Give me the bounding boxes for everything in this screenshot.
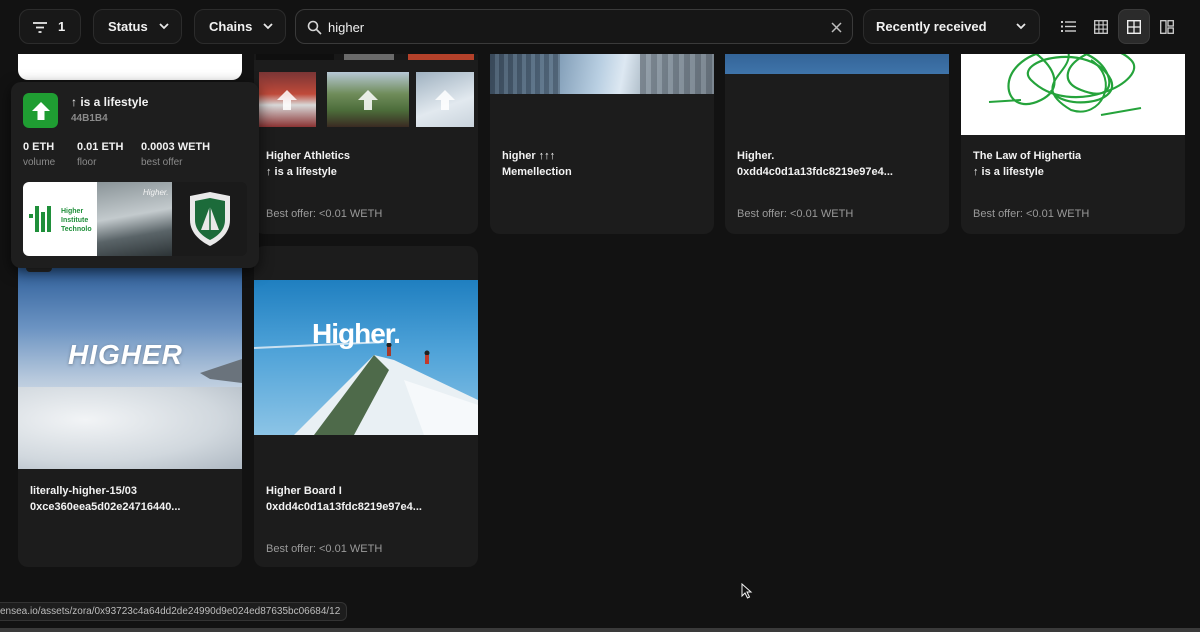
- list-view-button[interactable]: [1053, 9, 1083, 44]
- card-title: Higher Board I: [266, 485, 342, 497]
- search-icon: [307, 20, 322, 35]
- nft-card[interactable]: Higher. Higher Board I 0xdd4c0d1a13fdc82…: [254, 246, 478, 567]
- card-best-offer: Best offer: <0.01 WETH: [973, 208, 1090, 220]
- mountain-artwork: [254, 341, 478, 435]
- view-toggle-group: [1050, 9, 1186, 44]
- grid-large-icon: [1160, 19, 1174, 34]
- card-best-offer: Best offer: <0.01 WETH: [266, 543, 383, 555]
- grid-medium-icon: [1127, 19, 1141, 34]
- chains-dropdown[interactable]: Chains: [194, 9, 286, 44]
- grid-small-icon: [1094, 19, 1108, 34]
- volume-label: volume: [23, 157, 56, 168]
- image-text: HIGHER: [68, 339, 183, 370]
- chevron-down-icon: [1016, 23, 1026, 30]
- card-best-offer: Best offer: <0.01 WETH: [737, 208, 854, 220]
- image-text: Higher.: [312, 318, 401, 349]
- thumb-image: [327, 72, 409, 127]
- card-title: Higher Athletics: [266, 150, 350, 162]
- card-best-offer: Best offer: <0.01 WETH: [266, 208, 383, 220]
- preview-image: Higher Institute Technolo: [23, 182, 97, 256]
- mouse-cursor-icon: [741, 583, 753, 599]
- status-label: Status: [108, 19, 148, 34]
- search-bar: [295, 9, 853, 44]
- thumb-image: [416, 72, 474, 127]
- card-image: HIGHER: [18, 267, 242, 469]
- browser-status-url: ensea.io/assets/zora/0x93723c4a64dd2de24…: [0, 602, 348, 621]
- arrow-up-icon: [277, 90, 297, 110]
- top-toolbar: 1 Status Chains Recently received: [0, 0, 1200, 54]
- medium-grid-view-button[interactable]: [1118, 9, 1150, 44]
- card-subtitle: ↑ is a lifestyle: [973, 166, 1044, 178]
- arrow-up-icon: [358, 90, 378, 110]
- card-subtitle: 0xdd4c0d1a13fdc8219e97e4...: [266, 501, 422, 513]
- list-icon: [1060, 21, 1076, 32]
- collection-name[interactable]: ↑ is a lifestyle: [71, 95, 148, 109]
- floor-label: floor: [77, 157, 97, 168]
- preview-text: Higher.: [143, 188, 169, 197]
- card-subtitle: Memellection: [502, 166, 572, 178]
- preview-image: Higher.: [97, 182, 172, 256]
- airplane-wing-artwork: [200, 359, 242, 383]
- thumb-image: [259, 72, 316, 127]
- small-grid-view-button[interactable]: [1086, 9, 1116, 44]
- preview-image: [172, 182, 247, 256]
- chevron-down-icon: [159, 23, 169, 30]
- institute-logo-icon: [29, 206, 51, 232]
- filter-icon: [33, 22, 47, 33]
- card-title: Higher.: [737, 150, 775, 162]
- preview-text: Technolo: [61, 226, 92, 233]
- volume-value: 0 ETH: [23, 141, 55, 153]
- best-offer-label: best offer: [141, 157, 183, 168]
- arrow-up-icon: [435, 90, 455, 110]
- collection-logo: [23, 93, 58, 128]
- arrow-up-icon: [31, 101, 50, 120]
- card-subtitle: 0xce360eea5d02e24716440...: [30, 501, 181, 513]
- status-dropdown[interactable]: Status: [93, 9, 182, 44]
- nft-card[interactable]: HIGHER literally-higher-15/03 0xce360eea…: [18, 246, 242, 567]
- card-subtitle: 0xdd4c0d1a13fdc8219e97e4...: [737, 166, 893, 178]
- card-title: The Law of Highertia: [973, 150, 1082, 162]
- window-bottom-edge: [0, 628, 1200, 632]
- clear-search-icon[interactable]: [831, 22, 842, 33]
- filter-count: 1: [58, 19, 66, 34]
- card-subtitle: ↑ is a lifestyle: [266, 166, 337, 178]
- sort-label: Recently received: [876, 19, 987, 34]
- card-title: literally-higher-15/03: [30, 485, 137, 497]
- search-input[interactable]: [328, 16, 808, 38]
- chains-label: Chains: [209, 19, 253, 34]
- sort-dropdown[interactable]: Recently received: [863, 9, 1040, 44]
- collection-hover-card: ↑ is a lifestyle 44B1B4 0 ETH volume 0.0…: [11, 82, 259, 268]
- chevron-down-icon: [263, 23, 273, 30]
- filter-button[interactable]: 1: [19, 9, 81, 44]
- collection-address: 44B1B4: [71, 113, 108, 124]
- best-offer-value: 0.0003 WETH: [141, 141, 211, 153]
- crest-shield-icon: [190, 192, 230, 246]
- floor-value: 0.01 ETH: [77, 141, 124, 153]
- large-grid-view-button[interactable]: [1152, 9, 1182, 44]
- card-image: Higher.: [254, 280, 478, 435]
- preview-text: Higher: [61, 208, 84, 215]
- card-title: higher ↑↑↑: [502, 150, 556, 162]
- preview-text: Institute: [61, 217, 89, 224]
